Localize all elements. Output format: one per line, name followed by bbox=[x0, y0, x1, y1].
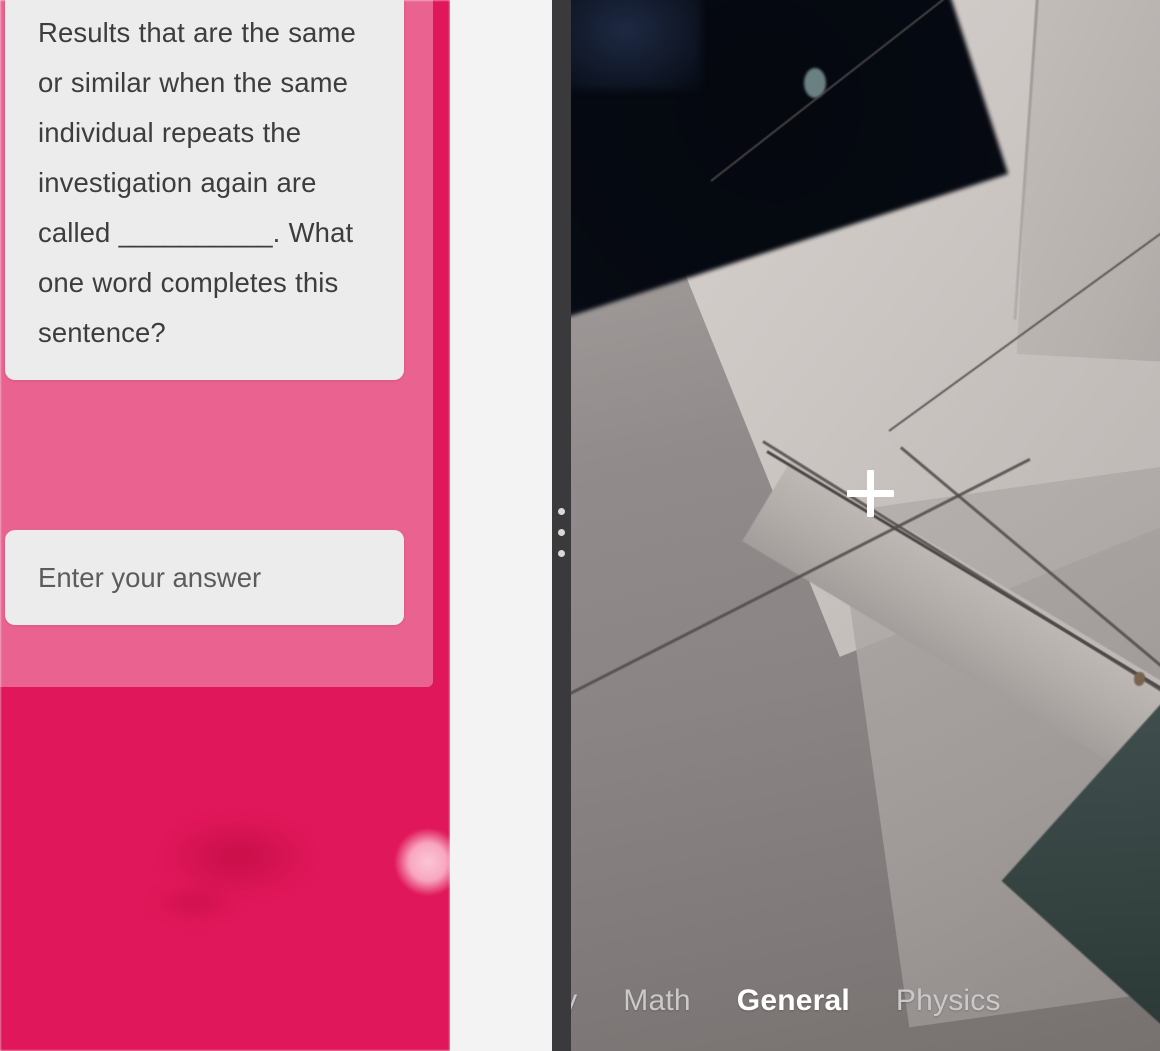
question-card: Results that are the same or similar whe… bbox=[5, 0, 404, 380]
camera-viewfinder[interactable] bbox=[571, 0, 1160, 1051]
tab-history[interactable]: ory bbox=[571, 984, 577, 1018]
three-dots-handle-icon bbox=[552, 508, 571, 557]
tab-physics[interactable]: Physics bbox=[896, 984, 1001, 1018]
pane-drag-handle[interactable] bbox=[552, 0, 571, 1051]
subject-tab-strip: ory Math General Physics bbox=[571, 950, 1160, 1051]
handle-dot bbox=[558, 508, 565, 515]
app-screen: Results that are the same or similar whe… bbox=[0, 0, 1160, 1051]
camera-right-wall-plane bbox=[1016, 0, 1160, 366]
tab-math[interactable]: Math bbox=[623, 984, 691, 1018]
handle-dot bbox=[558, 529, 565, 536]
camera-pane: ory Math General Physics bbox=[552, 0, 1160, 1051]
question-text: Results that are the same or similar whe… bbox=[38, 17, 356, 348]
quiz-pane: Results that are the same or similar whe… bbox=[0, 0, 450, 1051]
answer-input[interactable] bbox=[5, 530, 404, 625]
handle-dot bbox=[558, 550, 565, 557]
camera-blue-shadow-tint bbox=[571, 0, 701, 90]
bubble-swirl-decoration bbox=[35, 760, 325, 990]
plus-crosshair-icon bbox=[847, 470, 894, 517]
tab-general[interactable]: General bbox=[737, 984, 850, 1018]
pane-gutter bbox=[450, 0, 552, 1051]
